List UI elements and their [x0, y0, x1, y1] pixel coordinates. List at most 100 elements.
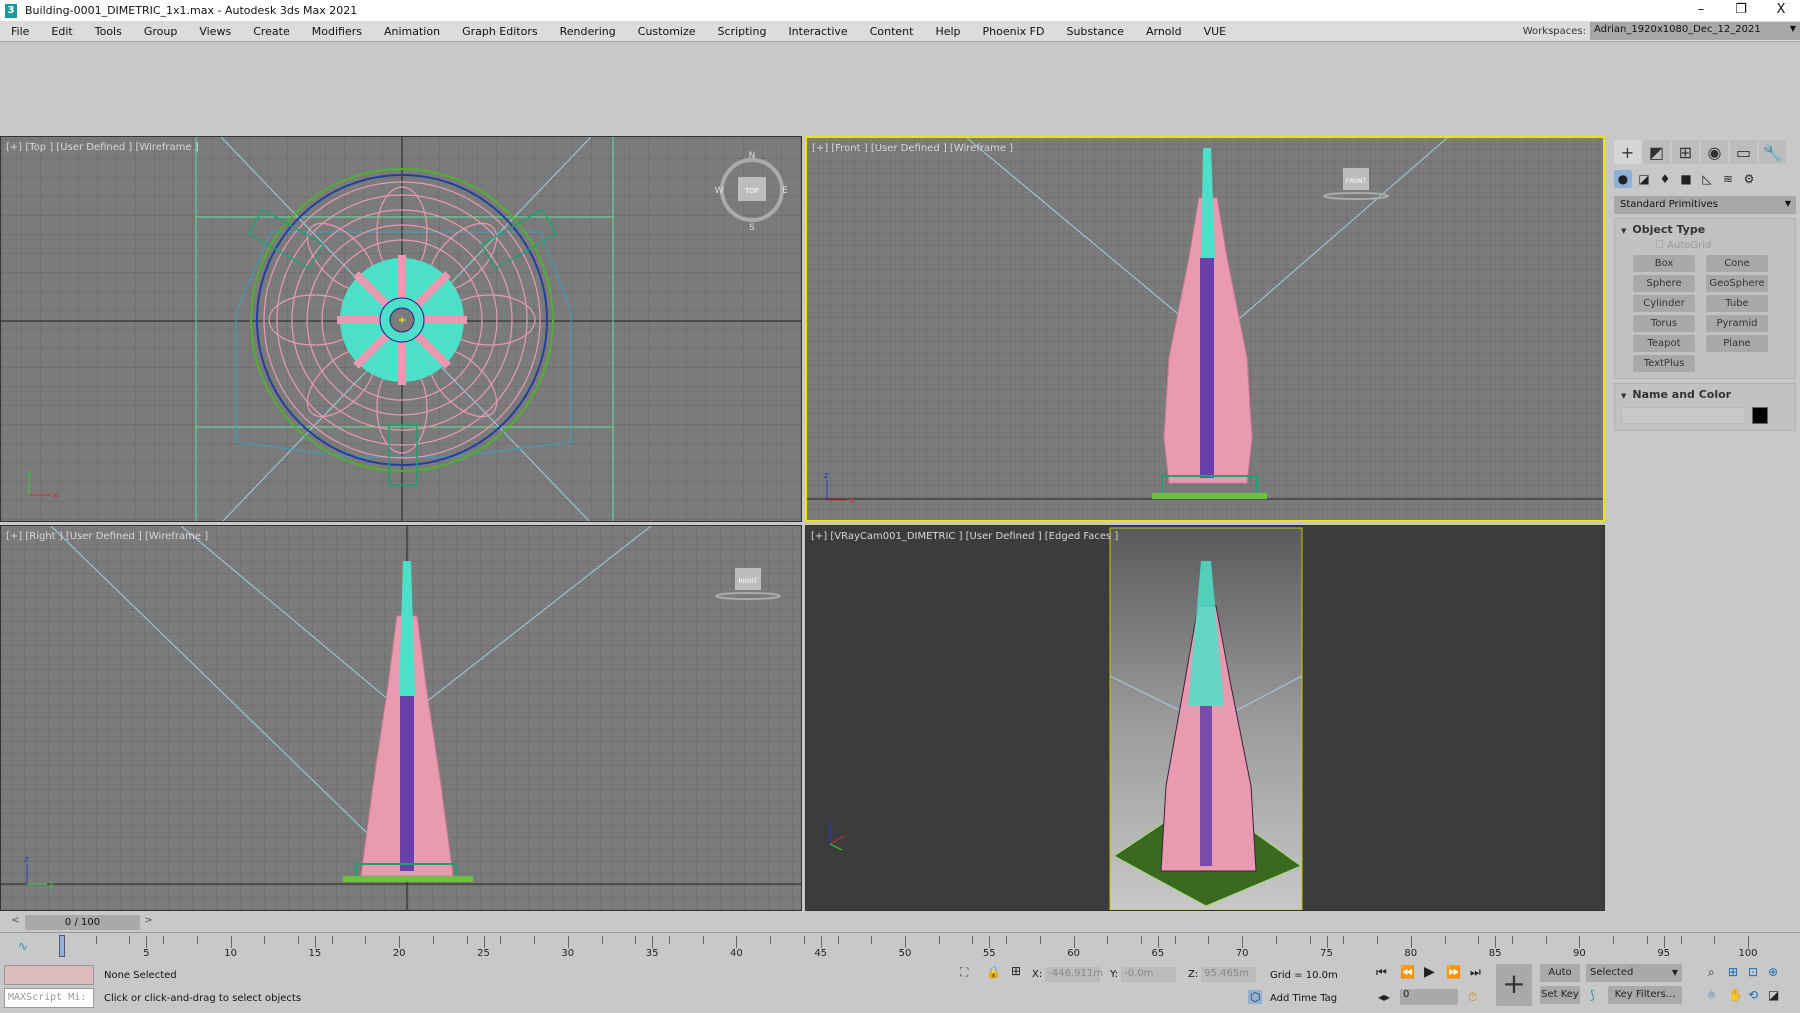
time-slider-handle[interactable]: 0 / 100 — [25, 915, 140, 930]
field-of-view-icon[interactable]: ⌾ — [1708, 988, 1715, 1003]
viewport-front[interactable]: [+] [Front ] [User Defined ] [Wireframe … — [805, 136, 1605, 522]
cone-button[interactable]: Cone — [1706, 255, 1768, 272]
time-slider[interactable]: < 0 / 100 > — [0, 912, 1605, 932]
create-tab[interactable]: + — [1614, 140, 1641, 164]
menu-substance[interactable]: Substance — [1055, 21, 1135, 42]
pan-view-icon[interactable]: ✋ — [1728, 988, 1743, 1002]
textplus-button[interactable]: TextPlus — [1633, 355, 1695, 372]
maxscript-listener-output[interactable] — [4, 965, 94, 985]
zoom-extents-icon[interactable]: ⊡ — [1748, 965, 1758, 979]
menu-help[interactable]: Help — [924, 21, 971, 42]
menu-phoenix-fd[interactable]: Phoenix FD — [972, 21, 1056, 42]
rollout-header[interactable]: ▼ Name and Color — [1621, 388, 1789, 401]
orbit-icon[interactable]: ⟲ — [1748, 988, 1758, 1002]
next-key-icon[interactable]: ⏩ — [1446, 965, 1461, 979]
viewcube-label[interactable]: TOP — [744, 187, 759, 195]
viewport-label[interactable]: [+] [Right ] [User Defined ] [Wireframe … — [6, 531, 208, 542]
object-color-swatch[interactable] — [1752, 407, 1768, 424]
teapot-button[interactable]: Teapot — [1633, 335, 1695, 352]
set-key-big-button[interactable]: + — [1496, 964, 1532, 1006]
time-tag-icon[interactable]: ⬡ — [1248, 990, 1263, 1004]
modify-tab[interactable]: ◩ — [1643, 140, 1670, 164]
box-button[interactable]: Box — [1633, 255, 1695, 272]
display-tab[interactable]: ▭ — [1730, 140, 1757, 164]
key-filters-button[interactable]: Key Filters... — [1608, 986, 1682, 1004]
cylinder-button[interactable]: Cylinder — [1633, 295, 1695, 312]
auto-key-button[interactable]: Auto K... — [1540, 964, 1580, 996]
rollout-header[interactable]: ▼ Object Type — [1621, 223, 1789, 236]
spacewarps-icon[interactable]: ≋ — [1719, 170, 1737, 188]
absolute-mode-icon[interactable]: ⊞ — [1011, 964, 1021, 978]
viewport-right[interactable]: [+] [Right ] [User Defined ] [Wireframe … — [0, 525, 802, 911]
z-input[interactable]: 95.465m — [1201, 967, 1257, 982]
menu-views[interactable]: Views — [188, 21, 242, 42]
viewport-top[interactable]: [+] [Top ] [User Defined ] [Wireframe ] — [0, 136, 802, 522]
cameras-icon[interactable]: ■ — [1677, 170, 1695, 188]
close-button[interactable]: X — [1758, 0, 1800, 21]
menu-edit[interactable]: Edit — [40, 21, 83, 42]
default-in-out-tangent-icon[interactable]: ⟆ — [1590, 988, 1595, 1002]
menu-content[interactable]: Content — [859, 21, 925, 42]
menu-vue[interactable]: VUE — [1193, 21, 1238, 42]
key-mode-icon[interactable]: ◂▸ — [1378, 990, 1390, 1004]
workspaces-dropdown[interactable]: Adrian_1920x1080_Dec_12_2021 ▼ — [1590, 22, 1800, 40]
current-frame-marker[interactable] — [59, 935, 65, 957]
menu-rendering[interactable]: Rendering — [549, 21, 627, 42]
next-frame-button[interactable]: > — [141, 915, 156, 930]
primitive-type-dropdown[interactable]: Standard Primitives ▼ — [1614, 196, 1796, 214]
go-to-end-icon[interactable]: ⏭ — [1470, 965, 1481, 980]
play-icon[interactable]: ▶ — [1424, 964, 1435, 980]
maxscript-mini-listener[interactable]: MAXScript Mi: — [4, 988, 94, 1008]
utilities-tab[interactable]: 🔧 — [1759, 140, 1786, 164]
time-configuration-icon[interactable]: ⏱ — [1468, 990, 1477, 1005]
selection-lock-icon[interactable]: 🔒 — [986, 965, 1001, 979]
isolate-selection-icon[interactable]: ⛶ — [960, 965, 968, 980]
viewport-label[interactable]: [+] [VRayCam001_DIMETRIC ] [User Defined… — [811, 531, 1118, 542]
menu-create[interactable]: Create — [242, 21, 301, 42]
pyramid-button[interactable]: Pyramid — [1706, 315, 1768, 332]
viewport-label[interactable]: [+] [Top ] [User Defined ] [Wireframe ] — [6, 142, 199, 153]
viewport-label[interactable]: [+] [Front ] [User Defined ] [Wireframe … — [812, 143, 1013, 154]
previous-key-icon[interactable]: ⏪ — [1400, 965, 1415, 979]
object-name-input[interactable] — [1621, 407, 1746, 424]
curve-editor-icon[interactable]: ∿ — [18, 939, 28, 953]
y-input[interactable]: -0.0m — [1121, 967, 1177, 982]
track-bar[interactable]: ∿ 05101520253035404550556065707580859095… — [0, 932, 1800, 960]
menu-interactive[interactable]: Interactive — [777, 21, 858, 42]
zoom-all-icon[interactable]: ⊞ — [1728, 965, 1738, 979]
key-set-dropdown[interactable]: Selected ▼ — [1586, 964, 1682, 982]
zoom-icon[interactable]: ⌕ — [1708, 965, 1715, 980]
autogrid-checkbox[interactable]: ☐ AutoGrid — [1655, 240, 1789, 251]
go-to-start-icon[interactable]: ⏮ — [1376, 965, 1387, 980]
set-key-button[interactable]: Set Key — [1540, 986, 1580, 1004]
menu-graph-editors[interactable]: Graph Editors — [451, 21, 549, 42]
menu-customize[interactable]: Customize — [627, 21, 707, 42]
plane-button[interactable]: Plane — [1706, 335, 1768, 352]
systems-icon[interactable]: ⚙ — [1740, 170, 1758, 188]
menu-group[interactable]: Group — [133, 21, 189, 42]
menu-modifiers[interactable]: Modifiers — [301, 21, 373, 42]
zoom-extents-all-icon[interactable]: ⊕ — [1768, 965, 1778, 979]
helpers-icon[interactable]: ◺ — [1698, 170, 1716, 188]
shapes-icon[interactable]: ◪ — [1635, 170, 1653, 188]
maximize-viewport-icon[interactable]: ◪ — [1768, 988, 1779, 1002]
prev-frame-button[interactable]: < — [8, 915, 23, 930]
menu-animation[interactable]: Animation — [373, 21, 451, 42]
viewcube-label[interactable]: FRONT — [1346, 178, 1367, 185]
lights-icon[interactable]: ♦ — [1656, 170, 1674, 188]
menu-file[interactable]: File — [0, 21, 40, 42]
motion-tab[interactable]: ◉ — [1701, 140, 1728, 164]
torus-button[interactable]: Torus — [1633, 315, 1695, 332]
current-frame-spinner[interactable]: 0 — [1400, 989, 1458, 1005]
menu-arnold[interactable]: Arnold — [1135, 21, 1193, 42]
menu-tools[interactable]: Tools — [84, 21, 133, 42]
hierarchy-tab[interactable]: ⊞ — [1672, 140, 1699, 164]
viewport-camera[interactable]: [+] [VRayCam001_DIMETRIC ] [User Defined… — [805, 525, 1605, 911]
x-input[interactable]: -446.911m — [1045, 967, 1103, 982]
geosphere-button[interactable]: GeoSphere — [1706, 275, 1768, 292]
menu-scripting[interactable]: Scripting — [707, 21, 778, 42]
geometry-icon[interactable]: ● — [1614, 170, 1632, 188]
sphere-button[interactable]: Sphere — [1633, 275, 1695, 292]
tube-button[interactable]: Tube — [1706, 295, 1768, 312]
add-time-tag[interactable]: Add Time Tag — [1270, 993, 1337, 1004]
